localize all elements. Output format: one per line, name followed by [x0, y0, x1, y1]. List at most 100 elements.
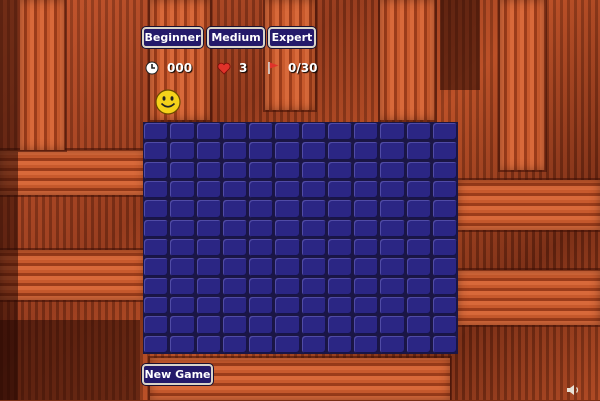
mine-cell[interactable]	[249, 219, 274, 237]
mine-cell[interactable]	[144, 219, 169, 237]
mine-cell[interactable]	[432, 200, 457, 218]
mine-cell[interactable]	[222, 142, 247, 160]
mine-cell[interactable]	[432, 219, 457, 237]
mine-cell[interactable]	[301, 277, 326, 295]
new-game-button[interactable]: New Game	[142, 364, 213, 385]
mine-cell[interactable]	[406, 239, 431, 257]
mine-cell[interactable]	[406, 277, 431, 295]
mine-cell[interactable]	[144, 181, 169, 199]
mine-cell[interactable]	[432, 297, 457, 315]
mine-cell[interactable]	[301, 335, 326, 353]
mine-cell[interactable]	[327, 200, 352, 218]
mine-cell[interactable]	[432, 181, 457, 199]
mine-cell[interactable]	[432, 161, 457, 179]
mine-cell[interactable]	[406, 161, 431, 179]
mine-cell[interactable]	[327, 181, 352, 199]
mine-cell[interactable]	[249, 239, 274, 257]
mine-cell[interactable]	[380, 277, 405, 295]
mine-cell[interactable]	[301, 316, 326, 334]
mine-cell[interactable]	[275, 161, 300, 179]
mine-cell[interactable]	[275, 316, 300, 334]
mine-cell[interactable]	[222, 181, 247, 199]
mine-cell[interactable]	[301, 161, 326, 179]
mine-cell[interactable]	[249, 335, 274, 353]
mine-cell[interactable]	[249, 277, 274, 295]
mine-cell[interactable]	[249, 200, 274, 218]
mine-cell[interactable]	[327, 258, 352, 276]
mine-cell[interactable]	[222, 316, 247, 334]
mine-cell[interactable]	[196, 277, 221, 295]
mine-cell[interactable]	[380, 258, 405, 276]
mine-cell[interactable]	[327, 239, 352, 257]
mine-cell[interactable]	[301, 239, 326, 257]
mine-cell[interactable]	[196, 161, 221, 179]
mine-cell[interactable]	[170, 142, 195, 160]
mine-cell[interactable]	[327, 142, 352, 160]
mine-cell[interactable]	[354, 258, 379, 276]
mine-cell[interactable]	[249, 316, 274, 334]
mine-cell[interactable]	[144, 277, 169, 295]
smiley-face-icon[interactable]	[153, 89, 183, 115]
mine-cell[interactable]	[170, 277, 195, 295]
mine-cell[interactable]	[222, 297, 247, 315]
mine-cell[interactable]	[432, 258, 457, 276]
mine-cell[interactable]	[432, 335, 457, 353]
mine-cell[interactable]	[327, 219, 352, 237]
mine-cell[interactable]	[222, 258, 247, 276]
mine-cell[interactable]	[170, 258, 195, 276]
mine-cell[interactable]	[380, 335, 405, 353]
mine-cell[interactable]	[301, 297, 326, 315]
mine-cell[interactable]	[380, 200, 405, 218]
mine-cell[interactable]	[380, 161, 405, 179]
mine-cell[interactable]	[170, 161, 195, 179]
mine-cell[interactable]	[196, 142, 221, 160]
mine-cell[interactable]	[432, 142, 457, 160]
mine-cell[interactable]	[249, 123, 274, 141]
mine-cell[interactable]	[144, 123, 169, 141]
mine-cell[interactable]	[354, 335, 379, 353]
mine-cell[interactable]	[275, 123, 300, 141]
medium-button[interactable]: Medium	[207, 27, 265, 48]
mine-cell[interactable]	[301, 142, 326, 160]
mine-cell[interactable]	[301, 200, 326, 218]
mine-cell[interactable]	[249, 297, 274, 315]
mine-cell[interactable]	[196, 123, 221, 141]
mine-cell[interactable]	[196, 239, 221, 257]
mine-cell[interactable]	[275, 258, 300, 276]
mine-cell[interactable]	[301, 181, 326, 199]
mine-cell[interactable]	[380, 297, 405, 315]
mine-cell[interactable]	[222, 335, 247, 353]
mine-cell[interactable]	[380, 142, 405, 160]
mine-cell[interactable]	[380, 316, 405, 334]
mine-cell[interactable]	[144, 258, 169, 276]
mine-cell[interactable]	[327, 316, 352, 334]
mine-cell[interactable]	[354, 316, 379, 334]
mine-cell[interactable]	[222, 239, 247, 257]
mine-cell[interactable]	[432, 123, 457, 141]
mine-cell[interactable]	[144, 200, 169, 218]
mine-cell[interactable]	[249, 142, 274, 160]
mine-cell[interactable]	[275, 181, 300, 199]
speaker-icon[interactable]	[566, 382, 582, 396]
mine-cell[interactable]	[196, 181, 221, 199]
mine-cell[interactable]	[406, 335, 431, 353]
mine-cell[interactable]	[354, 123, 379, 141]
mine-cell[interactable]	[144, 142, 169, 160]
mine-cell[interactable]	[170, 200, 195, 218]
mine-cell[interactable]	[301, 123, 326, 141]
mine-cell[interactable]	[406, 123, 431, 141]
beginner-button[interactable]: Beginner	[142, 27, 203, 48]
mine-cell[interactable]	[249, 181, 274, 199]
mine-cell[interactable]	[222, 219, 247, 237]
mine-cell[interactable]	[354, 297, 379, 315]
mine-cell[interactable]	[406, 258, 431, 276]
mine-cell[interactable]	[249, 161, 274, 179]
mine-cell[interactable]	[327, 297, 352, 315]
mine-cell[interactable]	[170, 239, 195, 257]
mine-cell[interactable]	[275, 219, 300, 237]
mine-cell[interactable]	[144, 316, 169, 334]
mine-cell[interactable]	[406, 181, 431, 199]
mine-cell[interactable]	[275, 277, 300, 295]
mine-cell[interactable]	[301, 258, 326, 276]
mine-cell[interactable]	[196, 200, 221, 218]
